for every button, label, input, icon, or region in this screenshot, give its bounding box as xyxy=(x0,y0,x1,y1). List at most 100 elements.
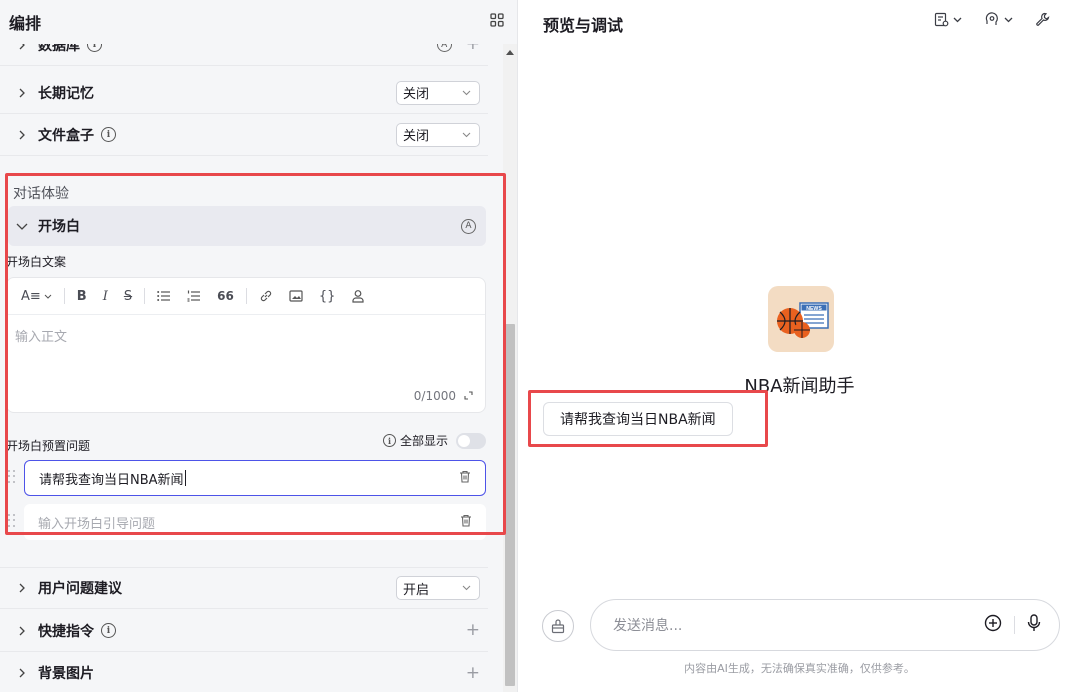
strikethrough-button[interactable]: S xyxy=(116,285,140,307)
microphone-icon[interactable] xyxy=(1027,614,1041,636)
info-icon[interactable]: i xyxy=(101,623,116,638)
toolbar-divider xyxy=(245,288,247,304)
settings-row-file-box[interactable]: 文件盒子 i 关闭 xyxy=(0,114,488,156)
numbered-list-button[interactable] xyxy=(179,285,209,307)
orchestration-title: 编排 xyxy=(9,14,42,33)
chevron-right-icon[interactable] xyxy=(14,665,30,681)
preview-title: 预览与调试 xyxy=(543,16,624,35)
chevron-down-icon xyxy=(462,585,471,591)
model-button[interactable] xyxy=(984,12,1013,27)
info-icon[interactable]: i xyxy=(101,127,116,142)
editor-placeholder: 输入正文 xyxy=(15,330,68,345)
suggested-question-chip[interactable]: 请帮我查询当日NBA新闻 xyxy=(543,402,733,436)
quote-button[interactable]: 66 xyxy=(209,285,242,307)
wrench-icon xyxy=(1036,12,1050,26)
preset-question-text: 请帮我查询当日NBA新闻 xyxy=(39,472,184,488)
message-placeholder: 发送消息... xyxy=(613,618,683,634)
new-preset-question-input[interactable]: 输入开场白引导问题 xyxy=(24,504,486,540)
broom-icon xyxy=(551,618,565,633)
clear-context-button[interactable] xyxy=(542,610,574,642)
image-icon[interactable] xyxy=(281,285,311,307)
scroll-up-icon[interactable] xyxy=(506,50,514,55)
trash-icon[interactable] xyxy=(459,470,471,487)
grid-icon[interactable] xyxy=(490,13,504,31)
select-value: 关闭 xyxy=(403,129,430,144)
expand-icon[interactable] xyxy=(464,389,473,403)
suggestions-select[interactable]: 开启 xyxy=(396,576,480,600)
scroll-thumb[interactable] xyxy=(505,324,515,686)
section-title-dialog-experience: 对话体验 xyxy=(13,186,69,202)
opening-copy-label: 开场白文案 xyxy=(6,255,67,269)
bullet-list-button[interactable] xyxy=(149,285,179,307)
opening-copy-editor[interactable]: A≡ B I S 66 {} 输入正文 0/1000 xyxy=(6,277,486,413)
character-counter: 0/1000 xyxy=(414,389,473,403)
avatar-news-text: NEWS xyxy=(806,306,822,312)
chevron-right-icon[interactable] xyxy=(14,44,30,53)
preview-panel: 预览与调试 NEWS NBA新闻助手 请帮我查询当日NBA新闻 发送消息... … xyxy=(519,0,1080,692)
row-label: 快捷指令 xyxy=(38,623,94,640)
settings-row-shortcuts[interactable]: 快捷指令 i + xyxy=(0,610,488,652)
plus-icon[interactable]: + xyxy=(466,44,480,53)
row-label: 数据库 xyxy=(38,44,80,54)
document-settings-icon xyxy=(934,12,949,27)
ai-disclaimer: 内容由AI生成，无法确保真实准确，仅供参考。 xyxy=(684,662,915,675)
opening-remarks-header[interactable]: 开场白 A xyxy=(8,206,486,246)
input-divider xyxy=(1014,616,1015,634)
info-icon[interactable]: i xyxy=(87,44,102,52)
chevron-down-icon xyxy=(462,90,471,95)
opening-remarks-label: 开场白 xyxy=(38,219,80,235)
bot-name: NBA新闻助手 xyxy=(744,376,855,397)
row-label: 背景图片 xyxy=(38,666,94,682)
select-value: 关闭 xyxy=(403,87,430,102)
auto-badge-icon: A xyxy=(436,44,452,52)
orchestration-scroll-area[interactable]: 数据库 i A + 长期记忆 关闭 文件盒子 i 关闭 对话体验 开场白 A 开… xyxy=(0,44,500,692)
orchestration-panel: 编排 数据库 i A + 长期记忆 关闭 文件盒子 i 关闭 对话体验 开场白 … xyxy=(0,0,518,692)
auto-badge-icon: A xyxy=(461,218,476,234)
drag-handle-icon[interactable] xyxy=(8,470,16,484)
show-all-toggle[interactable] xyxy=(456,432,487,449)
trash-icon[interactable] xyxy=(460,514,472,531)
select-value: 开启 xyxy=(403,582,430,598)
plus-icon[interactable]: + xyxy=(466,622,480,639)
row-label: 长期记忆 xyxy=(38,85,94,102)
orchestration-header: 编排 xyxy=(0,0,518,44)
preset-question-placeholder: 输入开场白引导问题 xyxy=(38,516,156,532)
chevron-down-icon xyxy=(953,17,962,22)
message-input[interactable]: 发送消息... xyxy=(590,599,1060,651)
user-variable-icon[interactable] xyxy=(343,285,373,307)
preset-questions-label: 开场白预置问题 xyxy=(6,439,91,453)
chevron-down-icon[interactable] xyxy=(14,218,30,234)
bold-button[interactable]: B xyxy=(69,285,95,307)
chevron-down-icon xyxy=(1004,17,1013,22)
file-box-select[interactable]: 关闭 xyxy=(396,122,480,147)
settings-row-long-term-memory[interactable]: 长期记忆 关闭 xyxy=(0,72,488,114)
preset-question-input[interactable]: 请帮我查询当日NBA新闻 xyxy=(24,460,486,496)
code-block-button[interactable]: {} xyxy=(311,285,344,307)
link-icon[interactable] xyxy=(251,285,281,307)
info-icon[interactable]: i xyxy=(383,434,396,447)
memory-select[interactable]: 关闭 xyxy=(396,80,480,105)
bot-avatar: NEWS xyxy=(768,286,834,352)
chevron-right-icon[interactable] xyxy=(14,580,30,596)
chevron-down-icon xyxy=(462,132,471,137)
chevron-right-icon[interactable] xyxy=(14,85,30,101)
text-cursor xyxy=(184,470,186,486)
drag-handle-icon[interactable] xyxy=(8,514,16,528)
settings-row-background-image[interactable]: 背景图片 + xyxy=(0,652,488,692)
toolbar-divider xyxy=(144,288,146,304)
settings-row-database[interactable]: 数据库 i A + xyxy=(0,44,488,66)
plus-icon[interactable]: + xyxy=(466,664,480,682)
show-all-control[interactable]: i 全部显示 xyxy=(383,432,487,449)
chevron-right-icon[interactable] xyxy=(14,127,30,143)
debug-button[interactable] xyxy=(1035,12,1050,27)
add-attachment-icon[interactable] xyxy=(984,614,1002,636)
italic-button[interactable]: I xyxy=(95,285,116,307)
brain-icon xyxy=(985,12,998,25)
text-style-button[interactable]: A≡ xyxy=(13,285,60,307)
left-scrollbar[interactable] xyxy=(503,44,517,692)
settings-row-question-suggestions[interactable]: 用户问题建议 开启 xyxy=(0,567,488,609)
chevron-right-icon[interactable] xyxy=(14,623,30,639)
row-label: 文件盒子 xyxy=(38,127,94,144)
document-settings-button[interactable] xyxy=(934,12,962,27)
text-style-icon: A≡ xyxy=(21,288,41,304)
